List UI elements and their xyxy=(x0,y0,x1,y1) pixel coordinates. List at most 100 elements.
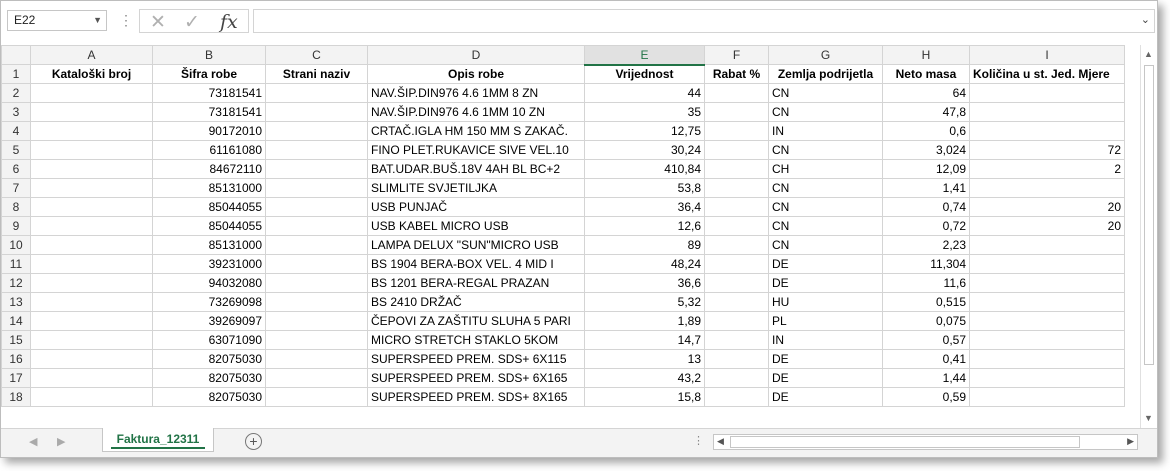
cell[interactable] xyxy=(30,235,153,255)
column-header-c[interactable]: C xyxy=(265,45,368,65)
cell[interactable] xyxy=(265,311,368,331)
cell[interactable]: 15,8 xyxy=(584,387,705,407)
cell[interactable]: 5,32 xyxy=(584,292,705,312)
cell[interactable] xyxy=(704,387,769,407)
cell[interactable]: 14,7 xyxy=(584,330,705,350)
row-header[interactable]: 6 xyxy=(1,159,31,179)
cell[interactable]: 0,57 xyxy=(882,330,970,350)
cell[interactable]: 0,515 xyxy=(882,292,970,312)
row-header[interactable]: 10 xyxy=(1,235,31,255)
column-header-b[interactable]: B xyxy=(152,45,266,65)
name-box[interactable]: E22 ▼ xyxy=(7,10,107,31)
cancel-icon[interactable]: ✕ xyxy=(150,11,166,34)
cell[interactable]: 2 xyxy=(969,159,1125,179)
cell[interactable]: Strani naziv xyxy=(265,64,368,84)
cell[interactable] xyxy=(265,216,368,236)
cell[interactable] xyxy=(704,140,769,160)
cell[interactable]: IN xyxy=(768,121,883,141)
cell[interactable]: BAT.UDAR.BUŠ.18V 4AH BL BC+2 xyxy=(367,159,585,179)
row-header[interactable]: 2 xyxy=(1,83,31,103)
cell[interactable] xyxy=(30,140,153,160)
cell[interactable] xyxy=(969,349,1125,369)
row-header[interactable]: 1 xyxy=(1,64,31,84)
cell[interactable] xyxy=(265,235,368,255)
expand-formula-bar-icon[interactable]: ⌄ xyxy=(1141,13,1150,26)
cell[interactable]: 85131000 xyxy=(152,178,266,198)
cell[interactable] xyxy=(30,349,153,369)
cell[interactable] xyxy=(704,311,769,331)
cell[interactable] xyxy=(704,216,769,236)
cell[interactable]: BS 2410 DRŽAČ xyxy=(367,292,585,312)
cell[interactable]: CN xyxy=(768,178,883,198)
cell[interactable]: 48,24 xyxy=(584,254,705,274)
horizontal-scroll-thumb[interactable] xyxy=(730,436,1080,448)
cell[interactable]: DE xyxy=(768,387,883,407)
cell[interactable]: NAV.ŠIP.DIN976 4.6 1MM 8 ZN xyxy=(367,83,585,103)
cell[interactable] xyxy=(30,273,153,293)
row-header[interactable]: 3 xyxy=(1,102,31,122)
column-header-e[interactable]: E xyxy=(584,45,705,66)
cell[interactable] xyxy=(265,83,368,103)
vertical-scroll-thumb[interactable] xyxy=(1144,65,1154,365)
horizontal-scrollbar[interactable]: ◀ ▶ xyxy=(713,434,1138,450)
column-header-a[interactable]: A xyxy=(30,45,153,65)
cell[interactable]: MICRO STRETCH STAKLO 5KOM xyxy=(367,330,585,350)
row-header[interactable]: 16 xyxy=(1,349,31,369)
cell[interactable] xyxy=(265,140,368,160)
enter-icon[interactable]: ✓ xyxy=(184,11,200,34)
row-header[interactable]: 4 xyxy=(1,121,31,141)
cell[interactable] xyxy=(704,273,769,293)
cell[interactable] xyxy=(265,254,368,274)
cell[interactable] xyxy=(265,273,368,293)
cell[interactable] xyxy=(969,102,1125,122)
cell[interactable]: 63071090 xyxy=(152,330,266,350)
cell[interactable] xyxy=(30,311,153,331)
cell[interactable]: Opis robe xyxy=(367,64,585,84)
cell[interactable]: 82075030 xyxy=(152,387,266,407)
cell[interactable]: DE xyxy=(768,273,883,293)
cell[interactable]: 39231000 xyxy=(152,254,266,274)
column-header-i[interactable]: I xyxy=(969,45,1125,65)
cell[interactable]: Šifra robe xyxy=(152,64,266,84)
cell[interactable]: CN xyxy=(768,83,883,103)
cell[interactable]: 0,41 xyxy=(882,349,970,369)
cell[interactable] xyxy=(969,254,1125,274)
cell[interactable]: 0,74 xyxy=(882,197,970,217)
cell[interactable]: 44 xyxy=(584,83,705,103)
more-icon[interactable]: ⋮ xyxy=(119,12,133,29)
cell[interactable] xyxy=(30,121,153,141)
cell[interactable] xyxy=(265,292,368,312)
row-header[interactable]: 7 xyxy=(1,178,31,198)
cell[interactable] xyxy=(969,235,1125,255)
cell[interactable]: IN xyxy=(768,330,883,350)
cell[interactable]: SUPERSPEED PREM. SDS+ 6X165 xyxy=(367,368,585,388)
cell[interactable]: CN xyxy=(768,235,883,255)
cell[interactable]: 12,6 xyxy=(584,216,705,236)
cell[interactable]: 85044055 xyxy=(152,197,266,217)
cell[interactable]: Količina u st. Jed. Mjere xyxy=(969,64,1125,84)
cell[interactable]: 36,6 xyxy=(584,273,705,293)
cell[interactable] xyxy=(30,159,153,179)
cell[interactable]: Kataloški broj xyxy=(30,64,153,84)
cell[interactable]: Neto masa xyxy=(882,64,970,84)
column-header-g[interactable]: G xyxy=(768,45,883,65)
cell[interactable] xyxy=(704,235,769,255)
cell[interactable]: PL xyxy=(768,311,883,331)
cell[interactable] xyxy=(30,292,153,312)
cell[interactable]: 2,23 xyxy=(882,235,970,255)
cell[interactable] xyxy=(30,368,153,388)
cell[interactable]: CN xyxy=(768,197,883,217)
scroll-up-icon[interactable]: ▲ xyxy=(1144,49,1153,59)
cell[interactable]: 72 xyxy=(969,140,1125,160)
cell[interactable] xyxy=(969,292,1125,312)
prev-sheet-icon[interactable]: ◀ xyxy=(29,435,37,448)
cell[interactable] xyxy=(704,121,769,141)
cell[interactable]: NAV.ŠIP.DIN976 4.6 1MM 10 ZN xyxy=(367,102,585,122)
row-header[interactable]: 9 xyxy=(1,216,31,236)
cell[interactable] xyxy=(704,368,769,388)
cell[interactable] xyxy=(265,102,368,122)
cell[interactable]: 410,84 xyxy=(584,159,705,179)
sheet-tab[interactable]: Faktura_12311 xyxy=(102,428,214,452)
cell[interactable]: 0,6 xyxy=(882,121,970,141)
cell[interactable]: 0,075 xyxy=(882,311,970,331)
